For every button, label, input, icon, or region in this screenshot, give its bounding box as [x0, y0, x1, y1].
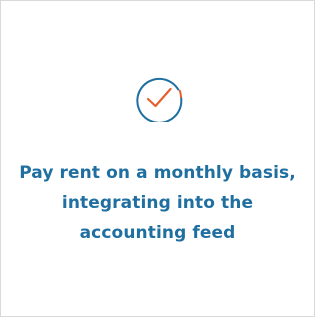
check-circle-icon	[134, 72, 184, 122]
feature-card: Pay rent on a monthly basis, integrating…	[0, 0, 315, 317]
feature-description: Pay rent on a monthly basis, integrating…	[19, 163, 296, 243]
